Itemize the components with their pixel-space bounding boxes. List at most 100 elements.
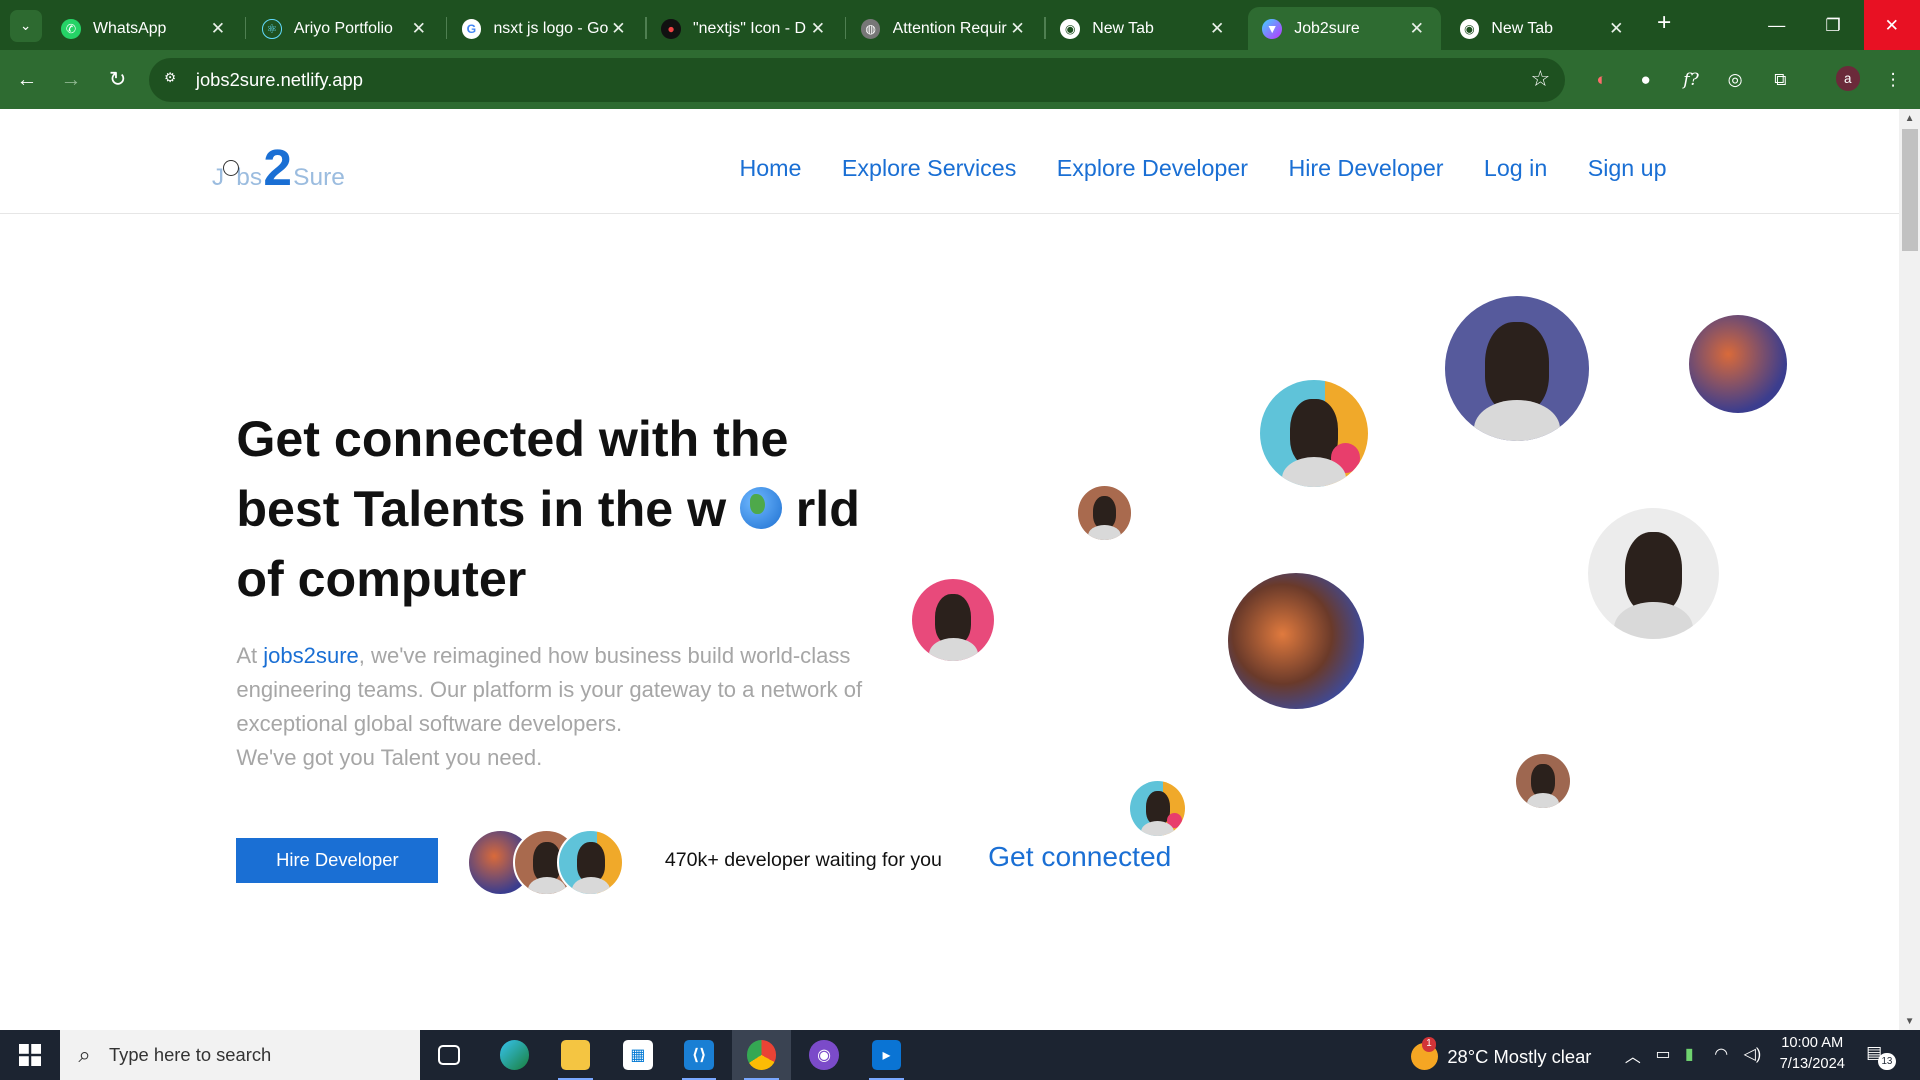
github-desktop-icon[interactable]: ◉ — [795, 1030, 854, 1080]
chrome-icon: ◉ — [1459, 18, 1480, 39]
extensions-puzzle-icon[interactable]: ⧉ — [1766, 65, 1795, 94]
nav-explore-services[interactable]: Explore Services — [842, 155, 1016, 182]
close-icon[interactable]: ✕ — [808, 18, 828, 39]
nav-log-in[interactable]: Log in — [1484, 155, 1547, 182]
clock[interactable]: 10:00 AM 7/13/2024 — [1768, 1033, 1856, 1075]
clock-time: 10:00 AM — [1781, 1035, 1844, 1052]
tab-title: Ariyo Portfolio — [293, 19, 393, 37]
restore-button[interactable]: ❐ — [1805, 0, 1861, 50]
brand-link[interactable]: jobs2sure — [263, 643, 359, 668]
new-tab-button[interactable]: + — [1651, 10, 1678, 38]
battery-icon[interactable]: ▮ — [1685, 1044, 1694, 1064]
hero-title-line2-end: rld — [795, 481, 860, 538]
browser-toolbar: ← → ↻ ⚙ jobs2sure.netlify.app ☆ ◐ ● f? ◎… — [0, 50, 1920, 109]
minimize-button[interactable]: — — [1749, 0, 1805, 50]
developer-avatar — [1130, 781, 1186, 837]
logo-text-middle: bs — [236, 164, 263, 192]
bookmark-star-icon[interactable]: ☆ — [1530, 66, 1550, 92]
extension-function-icon[interactable]: f? — [1676, 65, 1705, 94]
chrome-icon: ◉ — [1060, 18, 1080, 39]
tab-nextjs-icon[interactable]: ● "nextjs" Icon - D ✕ — [647, 7, 843, 50]
back-arrow-icon[interactable]: ← — [12, 65, 41, 94]
whatsapp-icon: ✆ — [61, 18, 81, 39]
extension-target-icon[interactable]: ◎ — [1720, 65, 1749, 94]
file-explorer-icon[interactable] — [546, 1030, 605, 1080]
close-icon[interactable]: ✕ — [1407, 18, 1427, 39]
developer-avatar — [912, 579, 995, 662]
app-icon[interactable]: ▸ — [857, 1030, 916, 1080]
developer-avatar — [1444, 296, 1590, 441]
hero-title-line2: best Talents in the w — [236, 481, 727, 538]
developer-avatar — [1260, 379, 1368, 488]
site-logo[interactable]: J bs 2 Sure — [212, 138, 345, 197]
tab-new-tab-2[interactable]: ◉ New Tab ✕ — [1445, 7, 1641, 50]
nav-explore-developer[interactable]: Explore Developer — [1057, 155, 1248, 182]
developer-avatar — [1228, 573, 1365, 709]
chrome-icon[interactable] — [732, 1029, 792, 1080]
react-icon: ⚛ — [262, 18, 282, 39]
nav-home[interactable]: Home — [739, 155, 801, 182]
weather-text: 28°C Mostly clear — [1447, 1045, 1592, 1067]
url-text[interactable]: jobs2sure.netlify.app — [196, 69, 363, 91]
tab-title: New Tab — [1491, 19, 1554, 37]
edge-icon[interactable] — [485, 1030, 544, 1080]
clock-date: 7/13/2024 — [1779, 1056, 1845, 1073]
tab-google-search[interactable]: G nsxt js logo - Go ✕ — [447, 7, 643, 50]
close-icon[interactable]: ✕ — [1607, 18, 1627, 39]
logo-two: 2 — [263, 138, 292, 197]
profile-avatar[interactable]: a — [1835, 66, 1860, 91]
hero-title: Get connected with the best Talents in t… — [236, 405, 922, 614]
tab-ariyo-portfolio[interactable]: ⚛ Ariyo Portfolio ✕ — [247, 7, 443, 50]
tab-title: New Tab — [1092, 19, 1154, 37]
menu-kebab-icon[interactable]: ⋮ — [1878, 65, 1907, 94]
notification-center-icon[interactable]: ▤ 13 — [1866, 1042, 1896, 1071]
web-page: J bs 2 Sure Home Explore Services Explor… — [0, 108, 1900, 1030]
task-view-icon[interactable] — [420, 1030, 479, 1080]
tab-job2sure[interactable]: ▼ Job2sure ✕ — [1247, 7, 1442, 51]
hire-developer-button[interactable]: Hire Developer — [236, 837, 439, 883]
wifi-icon[interactable]: ◠ — [1714, 1044, 1728, 1064]
vscode-icon[interactable]: ⟨⟩ — [670, 1030, 729, 1080]
hero-description-line2: We've got you Talent you need. — [236, 744, 543, 770]
site-header: J bs 2 Sure Home Explore Services Explor… — [0, 109, 1900, 215]
extension-mic-icon[interactable]: ● — [1631, 65, 1660, 94]
close-icon[interactable]: ✕ — [409, 18, 429, 39]
search-icon: ⌕ — [78, 1041, 91, 1067]
taskbar-search-input[interactable]: ⌕ Type here to search — [60, 1029, 420, 1080]
site-settings-icon[interactable]: ⚙ — [164, 70, 184, 90]
close-window-button[interactable]: ✕ — [1863, 0, 1920, 51]
extension-alert-icon[interactable]: ◐ — [1587, 65, 1616, 94]
tab-new-tab[interactable]: ◉ New Tab ✕ — [1046, 7, 1242, 50]
avatar — [557, 828, 625, 897]
tab-search-icon[interactable]: ⌄ — [9, 9, 42, 42]
get-connected-link[interactable]: Get connected — [988, 841, 1171, 873]
tab-attention-required[interactable]: ◍ Attention Requir ✕ — [846, 7, 1042, 50]
scroll-down-icon[interactable]: ▼ — [1904, 1016, 1915, 1027]
close-icon[interactable]: ✕ — [1207, 18, 1227, 39]
browser-tab-strip: ⌄ ✆ WhatsApp ✕ ⚛ Ariyo Portfolio ✕ G nsx… — [0, 0, 1920, 51]
developer-avatar — [1688, 314, 1787, 413]
scrollbar-thumb[interactable] — [1901, 128, 1918, 251]
forward-arrow-icon[interactable]: → — [56, 65, 85, 94]
volume-icon[interactable]: ◁) — [1744, 1044, 1762, 1064]
close-icon[interactable]: ✕ — [1008, 18, 1028, 39]
weather-widget[interactable]: 1 28°C Mostly clear — [1410, 1037, 1592, 1071]
reload-icon[interactable]: ↻ — [103, 65, 132, 94]
developer-avatar — [1515, 754, 1570, 809]
search-placeholder: Type here to search — [108, 1043, 272, 1065]
close-icon[interactable]: ✕ — [208, 18, 228, 39]
nav-hire-developer[interactable]: Hire Developer — [1288, 155, 1443, 182]
nav-sign-up[interactable]: Sign up — [1588, 155, 1667, 182]
address-bar[interactable]: ⚙ jobs2sure.netlify.app ☆ — [149, 57, 1565, 102]
main-nav: Home Explore Services Explore Developer … — [739, 155, 1666, 182]
page-scrollbar[interactable]: ▲ ▼ — [1899, 108, 1920, 1030]
chevron-up-icon[interactable]: ︿ — [1625, 1044, 1641, 1067]
scroll-up-icon[interactable]: ▲ — [1904, 113, 1915, 124]
tab-title: nsxt js logo - Go — [493, 19, 609, 37]
windows-start-icon[interactable] — [0, 1030, 60, 1080]
devil-icon: ● — [661, 18, 681, 39]
microsoft-store-icon[interactable]: ▦ — [609, 1030, 668, 1080]
meet-icon[interactable]: ▭ — [1656, 1044, 1671, 1064]
tab-whatsapp[interactable]: ✆ WhatsApp ✕ — [47, 7, 243, 50]
close-icon[interactable]: ✕ — [609, 18, 629, 39]
